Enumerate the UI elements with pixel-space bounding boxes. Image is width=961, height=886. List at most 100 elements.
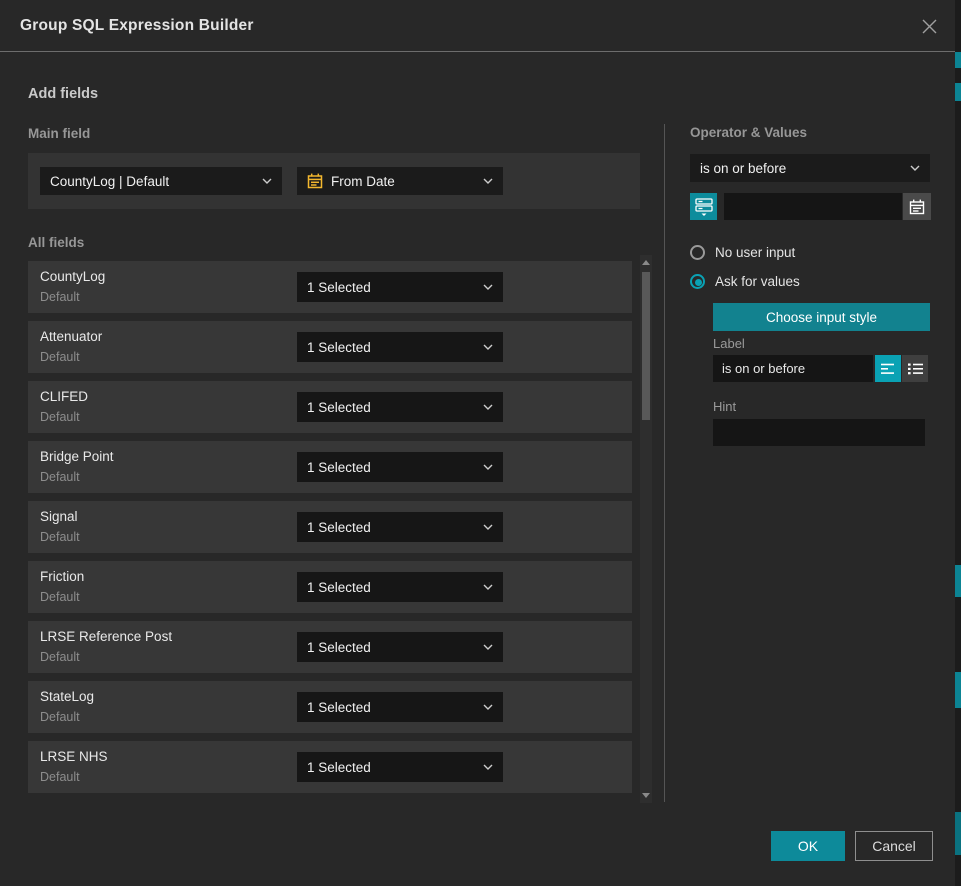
align-left-lines-icon [881, 363, 896, 375]
field-count-dropdown[interactable]: 1 Selected [297, 752, 503, 782]
edge-accent-segment [955, 83, 961, 101]
close-icon [921, 18, 938, 35]
scrollbar-thumb[interactable] [642, 272, 650, 420]
operator-dropdown-value: is on or before [700, 161, 904, 176]
field-name: StateLog [40, 689, 94, 704]
operator-dropdown[interactable]: is on or before [690, 154, 930, 182]
field-subtitle: Default [40, 650, 80, 664]
chevron-down-icon [483, 178, 493, 184]
value-type-button[interactable] [690, 193, 717, 220]
close-button[interactable] [917, 14, 941, 38]
field-name: CLIFED [40, 389, 88, 404]
field-count-value: 1 Selected [307, 280, 477, 295]
radio-ask-for-values[interactable]: Ask for values [690, 274, 800, 289]
dialog-title: Group SQL Expression Builder [20, 0, 254, 52]
main-field-label: Main field [28, 126, 90, 141]
field-subtitle: Default [40, 590, 80, 604]
field-subtitle: Default [40, 530, 80, 544]
chevron-down-icon [483, 284, 493, 290]
field-name: Attenuator [40, 329, 102, 344]
field-count-value: 1 Selected [307, 460, 477, 475]
chevron-down-icon [483, 704, 493, 710]
field-count-dropdown[interactable]: 1 Selected [297, 572, 503, 602]
field-count-value: 1 Selected [307, 580, 477, 595]
scrollbar-down-arrow-icon[interactable] [642, 793, 650, 798]
field-subtitle: Default [40, 290, 80, 304]
field-count-dropdown[interactable]: 1 Selected [297, 392, 503, 422]
calendar-icon [909, 199, 925, 215]
field-count-dropdown[interactable]: 1 Selected [297, 692, 503, 722]
bullet-list-icon [908, 363, 923, 375]
radio-no-user-input[interactable]: No user input [690, 245, 795, 260]
field-row: StateLog Default 1 Selected [28, 681, 632, 733]
main-date-field-dropdown[interactable]: From Date [297, 167, 503, 195]
edge-accent-segment [955, 812, 961, 855]
hint-field-label: Hint [713, 399, 736, 414]
field-row: LRSE NHS Default 1 Selected [28, 741, 632, 793]
field-count-dropdown[interactable]: 1 Selected [297, 512, 503, 542]
field-count-dropdown[interactable]: 1 Selected [297, 632, 503, 662]
chevron-down-icon [483, 344, 493, 350]
cancel-button[interactable]: Cancel [855, 831, 933, 861]
field-name: LRSE NHS [40, 749, 108, 764]
edge-accent-segment [955, 565, 961, 597]
label-field-label: Label [713, 336, 745, 351]
field-count-dropdown[interactable]: 1 Selected [297, 272, 503, 302]
field-count-dropdown[interactable]: 1 Selected [297, 452, 503, 482]
field-row: CLIFED Default 1 Selected [28, 381, 632, 433]
field-row: Friction Default 1 Selected [28, 561, 632, 613]
chevron-down-icon [483, 764, 493, 770]
radio-circle-icon [690, 274, 705, 289]
all-fields-label: All fields [28, 235, 84, 250]
single-line-style-button[interactable] [875, 355, 901, 382]
add-fields-heading: Add fields [28, 86, 98, 102]
scrollbar-up-arrow-icon[interactable] [642, 260, 650, 265]
main-layer-dropdown-value: CountyLog | Default [50, 174, 256, 189]
label-input[interactable] [713, 355, 873, 382]
list-scrollbar[interactable] [640, 255, 652, 803]
date-picker-button[interactable] [903, 193, 931, 220]
chevron-down-icon [262, 178, 272, 184]
chevron-down-icon [483, 404, 493, 410]
field-subtitle: Default [40, 710, 80, 724]
field-count-value: 1 Selected [307, 520, 477, 535]
field-row: CountyLog Default 1 Selected [28, 261, 632, 313]
chevron-down-icon [483, 644, 493, 650]
field-name: Friction [40, 569, 84, 584]
field-count-value: 1 Selected [307, 400, 477, 415]
chevron-down-icon [483, 464, 493, 470]
choose-input-style-button[interactable]: Choose input style [713, 303, 930, 331]
field-name: Signal [40, 509, 78, 524]
panel-divider [664, 124, 665, 802]
dialog-header: Group SQL Expression Builder [0, 0, 955, 52]
list-style-button[interactable] [902, 355, 928, 382]
stacked-inputs-icon [695, 197, 713, 216]
field-count-value: 1 Selected [307, 640, 477, 655]
field-row: Signal Default 1 Selected [28, 501, 632, 553]
edge-accent-segment [955, 52, 961, 68]
group-sql-expression-builder-dialog: Group SQL Expression Builder Add fields … [0, 0, 961, 886]
chevron-down-icon [483, 584, 493, 590]
field-subtitle: Default [40, 350, 80, 364]
field-row: LRSE Reference Post Default 1 Selected [28, 621, 632, 673]
radio-label: No user input [715, 245, 795, 260]
main-layer-dropdown[interactable]: CountyLog | Default [40, 167, 282, 195]
date-value-input[interactable] [724, 193, 902, 220]
field-subtitle: Default [40, 410, 80, 424]
operator-values-heading: Operator & Values [690, 125, 807, 140]
hint-input[interactable] [713, 419, 925, 446]
field-subtitle: Default [40, 770, 80, 784]
edge-accent-segment [955, 672, 961, 708]
chevron-down-icon [910, 165, 920, 171]
field-count-value: 1 Selected [307, 340, 477, 355]
field-count-value: 1 Selected [307, 700, 477, 715]
field-name: CountyLog [40, 269, 105, 284]
field-count-dropdown[interactable]: 1 Selected [297, 332, 503, 362]
field-row: Attenuator Default 1 Selected [28, 321, 632, 373]
field-name: Bridge Point [40, 449, 114, 464]
right-edge-strip [955, 0, 961, 886]
field-count-value: 1 Selected [307, 760, 477, 775]
main-date-field-value: From Date [331, 174, 477, 189]
ok-button[interactable]: OK [771, 831, 845, 861]
radio-circle-icon [690, 245, 705, 260]
